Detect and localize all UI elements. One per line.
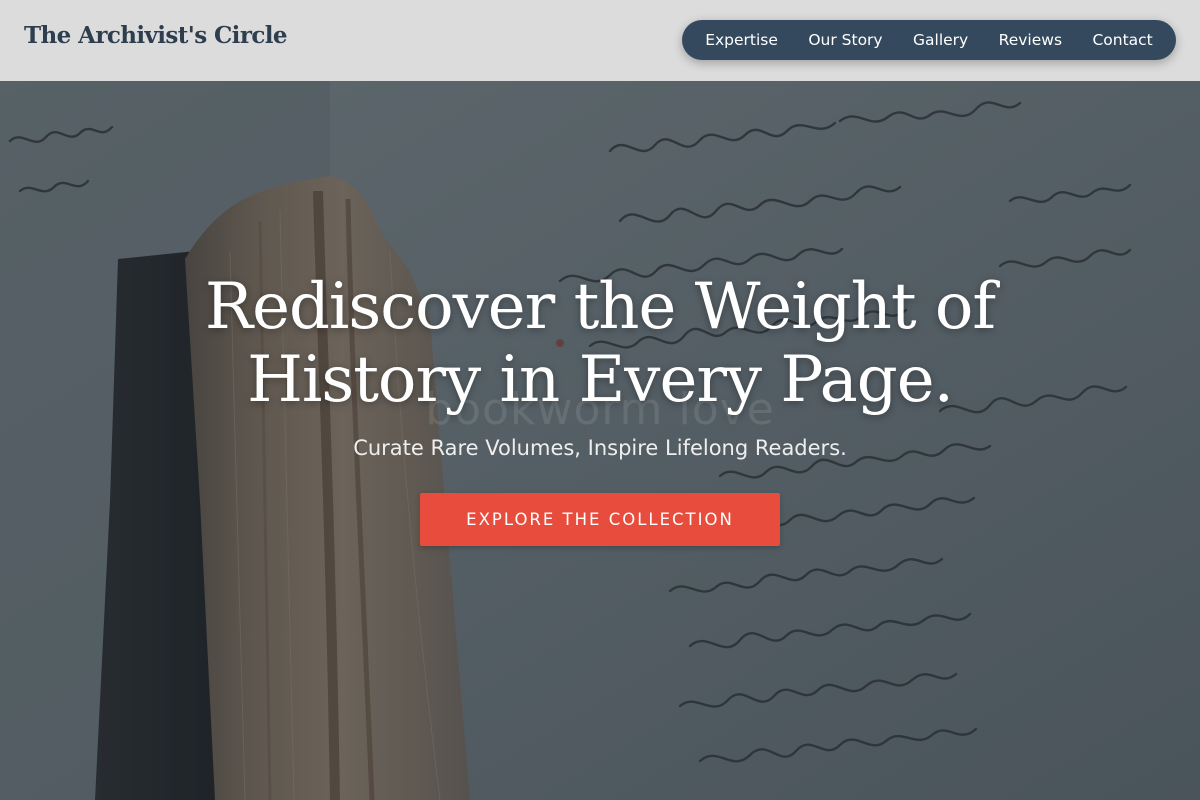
nav-link-expertise[interactable]: Expertise — [705, 31, 778, 49]
hero-title: Rediscover the Weight of History in Ever… — [100, 271, 1100, 417]
nav-link-gallery[interactable]: Gallery — [913, 31, 968, 49]
nav-link-our-story[interactable]: Our Story — [808, 31, 882, 49]
explore-collection-button[interactable]: EXPLORE THE COLLECTION — [420, 493, 780, 546]
hero-subtitle: Curate Rare Volumes, Inspire Lifelong Re… — [353, 436, 847, 460]
hero-title-line-2: History in Every Page. — [247, 343, 954, 417]
site-header: The Archivist's Circle Expertise Our Sto… — [0, 0, 1200, 81]
main-nav: Expertise Our Story Gallery Reviews Cont… — [682, 20, 1176, 60]
nav-link-reviews[interactable]: Reviews — [999, 31, 1062, 49]
nav-link-contact[interactable]: Contact — [1092, 31, 1152, 49]
hero-section: bookworm love Rediscover the Weight of H… — [0, 81, 1200, 800]
page: The Archivist's Circle Expertise Our Sto… — [0, 0, 1200, 800]
hero-title-line-1: Rediscover the Weight of — [204, 270, 996, 344]
site-logo[interactable]: The Archivist's Circle — [24, 22, 288, 49]
